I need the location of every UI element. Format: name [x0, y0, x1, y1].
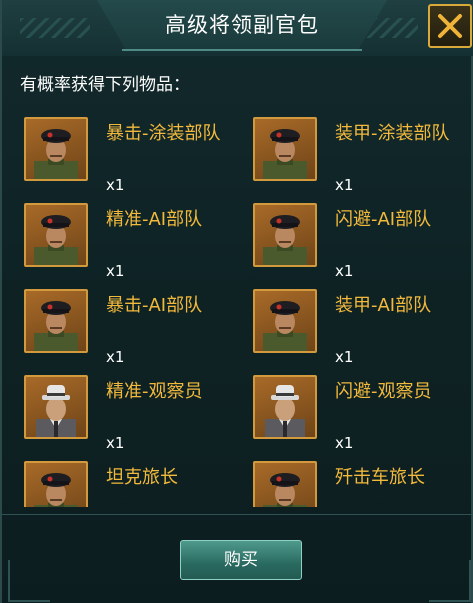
reward-item-name: 暴击-涂装部队: [106, 123, 221, 144]
footer-divider: [2, 514, 473, 515]
reward-item-name: 闪避-AI部队: [335, 209, 432, 230]
reward-item[interactable]: 歼击车旅长: [245, 456, 462, 507]
corner-decoration-left: [8, 560, 50, 602]
reward-item[interactable]: 暴击-涂装部队 x1: [16, 112, 241, 198]
reward-item-quantity: x1: [106, 176, 125, 194]
reward-item-name: 闪避-观察员: [335, 381, 432, 402]
close-button[interactable]: [428, 4, 472, 48]
title-edge: [122, 49, 362, 51]
reward-item-quantity: x1: [335, 176, 354, 194]
reward-item-quantity: x1: [335, 262, 354, 280]
reward-pack-dialog: 高级将领副官包 有概率获得下列物品： 暴击-涂装部队 x1 装甲-涂装部队 x1 精准-…: [0, 0, 473, 603]
reward-item[interactable]: 暴击-AI部队 x1: [16, 284, 241, 370]
drop-list-subtitle: 有概率获得下列物品：: [20, 75, 190, 95]
buy-button[interactable]: 购买: [180, 540, 302, 580]
reward-item-name: 精准-AI部队: [106, 209, 203, 230]
reward-list[interactable]: 暴击-涂装部队 x1 装甲-涂装部队 x1 精准-AI部队 x1 闪避-AI部队 x1 暴击-A…: [16, 112, 462, 507]
reward-item[interactable]: 闪避-AI部队 x1: [245, 198, 462, 284]
close-x-icon: [438, 14, 462, 38]
header-stripes-left: [20, 18, 90, 38]
reward-item[interactable]: 精准-AI部队 x1: [16, 198, 241, 284]
reward-item-name: 装甲-AI部队: [335, 295, 432, 316]
reward-item-name: 精准-观察员: [106, 381, 203, 402]
corner-decoration-right: [429, 560, 471, 602]
soldier-portrait-icon: [253, 203, 317, 267]
soldier-portrait-icon: [24, 203, 88, 267]
soldier-portrait-icon: [253, 117, 317, 181]
soldier-portrait-icon: [253, 461, 317, 507]
reward-item-name: 歼击车旅长: [335, 467, 425, 488]
soldier-portrait-icon: [24, 289, 88, 353]
reward-item-quantity: x1: [106, 434, 125, 452]
reward-item[interactable]: 装甲-涂装部队 x1: [245, 112, 462, 198]
reward-item-quantity: x1: [106, 348, 125, 366]
reward-item-quantity: x1: [335, 434, 354, 452]
dialog-title: 高级将领副官包: [165, 13, 319, 37]
dialog-header: 高级将领副官包: [2, 0, 473, 56]
reward-item-quantity: x1: [335, 348, 354, 366]
reward-item-name: 暴击-AI部队: [106, 295, 203, 316]
reward-item[interactable]: 装甲-AI部队 x1: [245, 284, 462, 370]
reward-item[interactable]: 精准-观察员 x1: [16, 370, 241, 456]
soldier-portrait-icon: [253, 289, 317, 353]
agent-portrait-icon: [253, 375, 317, 439]
soldier-portrait-icon: [24, 117, 88, 181]
reward-item-name: 坦克旅长: [106, 467, 178, 488]
reward-item[interactable]: 坦克旅长: [16, 456, 241, 507]
reward-item-quantity: x1: [106, 262, 125, 280]
reward-item-name: 装甲-涂装部队: [335, 123, 450, 144]
agent-portrait-icon: [24, 375, 88, 439]
soldier-portrait-icon: [24, 461, 88, 507]
reward-item[interactable]: 闪避-观察员 x1: [245, 370, 462, 456]
